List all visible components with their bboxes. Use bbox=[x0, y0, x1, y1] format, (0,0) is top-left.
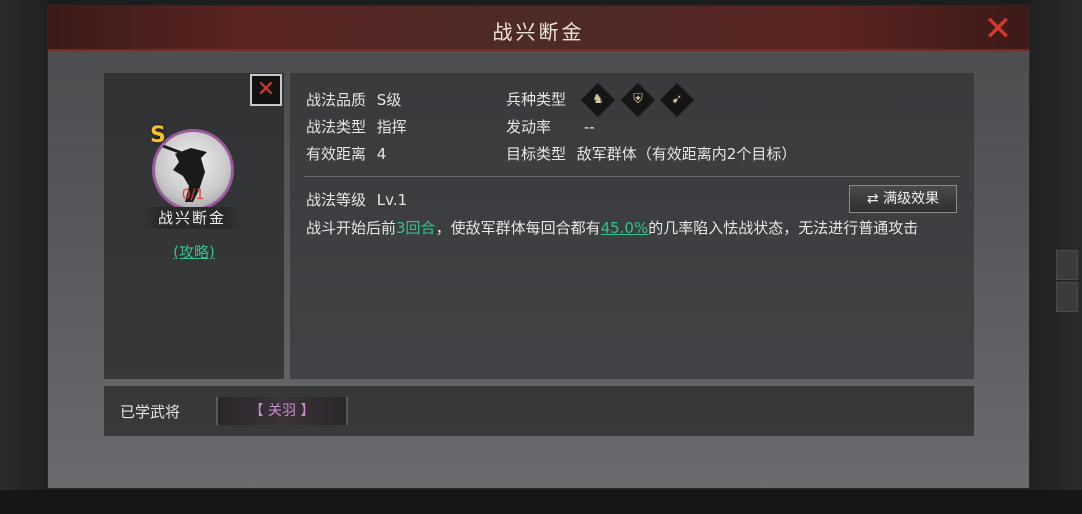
background-right bbox=[1028, 0, 1082, 514]
horse-icon: ♞ bbox=[579, 81, 617, 119]
type-row: 战法类型 指挥 bbox=[306, 116, 407, 137]
dialog-title: 战兴断金 bbox=[492, 20, 585, 44]
background-left bbox=[0, 0, 48, 514]
skill-details: 战法品质 S级 战法类型 指挥 有效距离 4 兵种类型 ♞ ⛨ ➹ 发动率 --… bbox=[290, 73, 974, 379]
skill-dialog: 战兴断金 ✕ ✕ S 0/1 战兴断金 (攻略) 战法品质 S级 战法类型 指挥 bbox=[47, 5, 1030, 489]
general-chip[interactable]: 【 关羽 】 bbox=[216, 397, 348, 425]
range-row: 有效距离 4 bbox=[306, 143, 386, 164]
remove-skill-icon[interactable]: ✕ bbox=[250, 74, 282, 106]
close-icon[interactable]: ✕ bbox=[981, 12, 1015, 46]
rate-value: -- bbox=[583, 118, 595, 136]
skill-count: 0/1 bbox=[181, 187, 205, 203]
quality-label: 战法品质 bbox=[306, 91, 367, 109]
learned-generals-label: 已学武将 bbox=[120, 403, 181, 421]
rate-row: 发动率 -- bbox=[506, 116, 595, 137]
shield-icon: ⛨ bbox=[619, 81, 656, 119]
target-label: 目标类型 bbox=[506, 145, 567, 163]
level-value: Lv.1 bbox=[376, 191, 408, 209]
desc-highlight-rate[interactable]: 45.0% bbox=[601, 219, 649, 237]
bow-icon: ➹ bbox=[658, 81, 696, 119]
range-label: 有效距离 bbox=[306, 145, 367, 163]
level-label: 战法等级 bbox=[306, 191, 367, 209]
learned-generals-bar: 已学武将 【 关羽 】 bbox=[104, 386, 974, 436]
skill-name-label: 战兴断金 bbox=[142, 207, 242, 229]
type-label: 战法类型 bbox=[306, 118, 367, 136]
side-tab bbox=[1056, 282, 1078, 312]
strategy-link[interactable]: (攻略) bbox=[104, 241, 284, 262]
swap-icon: ⇄ bbox=[866, 191, 879, 207]
troop-row: 兵种类型 ♞ ⛨ ➹ bbox=[506, 81, 699, 119]
skill-description: 战斗开始后前3回合，使敌军群体每回合都有45.0%的几率陷入怯战状态，无法进行普… bbox=[306, 217, 958, 240]
grade-badge: S bbox=[150, 123, 166, 148]
divider bbox=[304, 176, 960, 177]
level-row: 战法等级 Lv.1 bbox=[306, 189, 407, 210]
desc-text: ，使敌军群体每回合都有 bbox=[435, 219, 601, 237]
desc-text: 的几率陷入怯战状态，无法进行普通攻击 bbox=[648, 219, 919, 237]
skill-portrait: S 0/1 bbox=[150, 123, 234, 211]
side-tab bbox=[1056, 250, 1078, 280]
skill-card: ✕ S 0/1 战兴断金 (攻略) bbox=[104, 73, 284, 379]
range-value: 4 bbox=[376, 145, 387, 163]
quality-value: S级 bbox=[376, 91, 402, 109]
target-value: 敌军群体（有效距离内2个目标） bbox=[576, 145, 797, 163]
desc-text: 战斗开始后前 bbox=[306, 219, 397, 237]
rate-label: 发动率 bbox=[506, 118, 552, 136]
quality-row: 战法品质 S级 bbox=[306, 89, 401, 110]
type-value: 指挥 bbox=[376, 118, 407, 136]
bottom-strip bbox=[0, 490, 1082, 514]
troop-label: 兵种类型 bbox=[506, 90, 567, 109]
max-level-effect-button[interactable]: ⇄ 满级效果 bbox=[849, 185, 957, 213]
max-level-effect-label: 满级效果 bbox=[883, 191, 940, 207]
desc-highlight-rounds: 3回合 bbox=[396, 219, 436, 237]
dialog-header: 战兴断金 ✕ bbox=[48, 6, 1029, 51]
target-row: 目标类型 敌军群体（有效距离内2个目标） bbox=[506, 143, 796, 164]
